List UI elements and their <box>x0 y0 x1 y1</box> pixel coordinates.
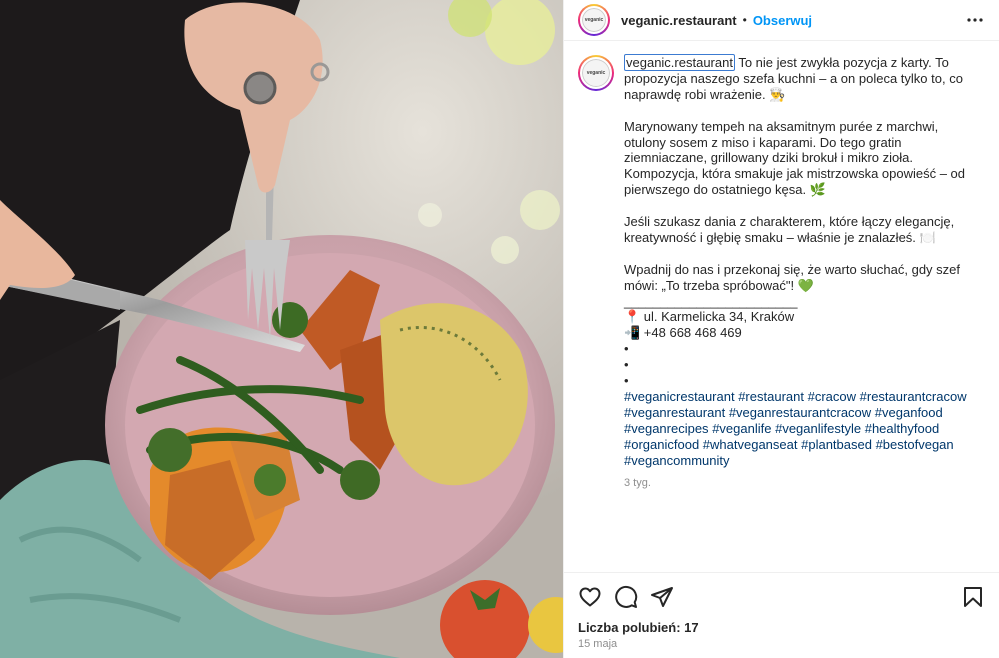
header-separator: • <box>742 13 747 27</box>
hashtag-link[interactable]: #plantbased <box>801 437 872 452</box>
caption-username[interactable]: veganic.restaurant <box>624 54 735 71</box>
caption-avatar-inner: veganic <box>580 57 612 89</box>
post-photo[interactable] <box>0 0 563 658</box>
caption-avatar-logo: veganic <box>582 59 610 87</box>
caption-bullet: • <box>624 373 629 389</box>
more-options-button[interactable] <box>963 8 987 32</box>
share-icon[interactable] <box>650 585 674 609</box>
post-side-panel: veganic veganic.restaurant • Obserwuj ve… <box>563 0 999 658</box>
hashtag-link[interactable]: #whatveganseat <box>703 437 798 452</box>
post-date: 15 maja <box>578 638 618 650</box>
post-actions: Liczba polubień: 17 15 maja <box>564 572 999 658</box>
avatar[interactable]: veganic <box>578 4 610 36</box>
hashtag-link[interactable]: #veganicrestaurant <box>624 389 735 404</box>
caption-avatar[interactable]: veganic <box>578 55 614 91</box>
post-header: veganic veganic.restaurant • Obserwuj <box>564 0 999 41</box>
caption-divider: ________________________ <box>624 293 798 309</box>
caption-time-ago[interactable]: 3 tyg. <box>624 476 974 492</box>
caption-address: 📍 ul. Karmelicka 34, Kraków <box>624 309 795 325</box>
hashtag-link[interactable]: #organicfood <box>624 437 699 452</box>
hashtag-link[interactable]: #healthyfood <box>865 421 939 436</box>
hashtag-link[interactable]: #restaurantcracow <box>860 389 967 404</box>
heart-icon[interactable] <box>578 585 602 609</box>
caption-bullet: • <box>624 341 629 357</box>
comment-icon[interactable] <box>614 585 638 609</box>
food-photo-illustration <box>0 0 563 658</box>
hashtag-link[interactable]: #restaurant <box>738 389 804 404</box>
hashtag-link[interactable]: #veganlife <box>712 421 771 436</box>
hashtag-link[interactable]: #veganlifestyle <box>775 421 861 436</box>
caption-phone: 📲 +48 668 468 469 <box>624 325 742 341</box>
hashtag-link[interactable]: #cracow <box>808 389 856 404</box>
bookmark-icon[interactable] <box>961 585 985 609</box>
caption-text: veganic.restaurant To nie jest zwykła po… <box>624 54 974 572</box>
action-icons <box>578 583 985 611</box>
caption-area: veganic veganic.restaurant To nie jest z… <box>564 41 999 572</box>
hashtag-link[interactable]: #veganfood <box>875 405 943 420</box>
hashtag-link[interactable]: #veganrestaurantcracow <box>729 405 871 420</box>
caption-intro: veganic.restaurant To nie jest zwykła po… <box>624 54 974 103</box>
caption-bullet: • <box>624 357 629 373</box>
caption-paragraph-3: Jeśli szukasz dania z charakterem, które… <box>624 214 955 245</box>
caption-paragraph-2: Marynowany tempeh na aksamitnym purée z … <box>624 118 966 198</box>
header-username[interactable]: veganic.restaurant <box>621 13 737 28</box>
caption-paragraph-4: Wpadnij do nas i przekonaj się, że warto… <box>624 261 961 293</box>
likes-count[interactable]: Liczba polubień: 17 <box>578 620 985 635</box>
hashtag-link[interactable]: #veganrestaurant <box>624 405 725 420</box>
follow-button[interactable]: Obserwuj <box>753 13 812 28</box>
avatar-logo: veganic <box>582 8 606 32</box>
avatar-ring-inner: veganic <box>580 6 608 34</box>
instagram-post: veganic veganic.restaurant • Obserwuj ve… <box>0 0 999 658</box>
hashtag-link[interactable]: #bestofvegan <box>876 437 954 452</box>
hashtag-list: #veganicrestaurant #restaurant #cracow #… <box>624 389 974 469</box>
hashtag-link[interactable]: #vegancommunity <box>624 453 730 468</box>
hashtag-link[interactable]: #veganrecipes <box>624 421 709 436</box>
more-dots-icon <box>967 18 983 22</box>
